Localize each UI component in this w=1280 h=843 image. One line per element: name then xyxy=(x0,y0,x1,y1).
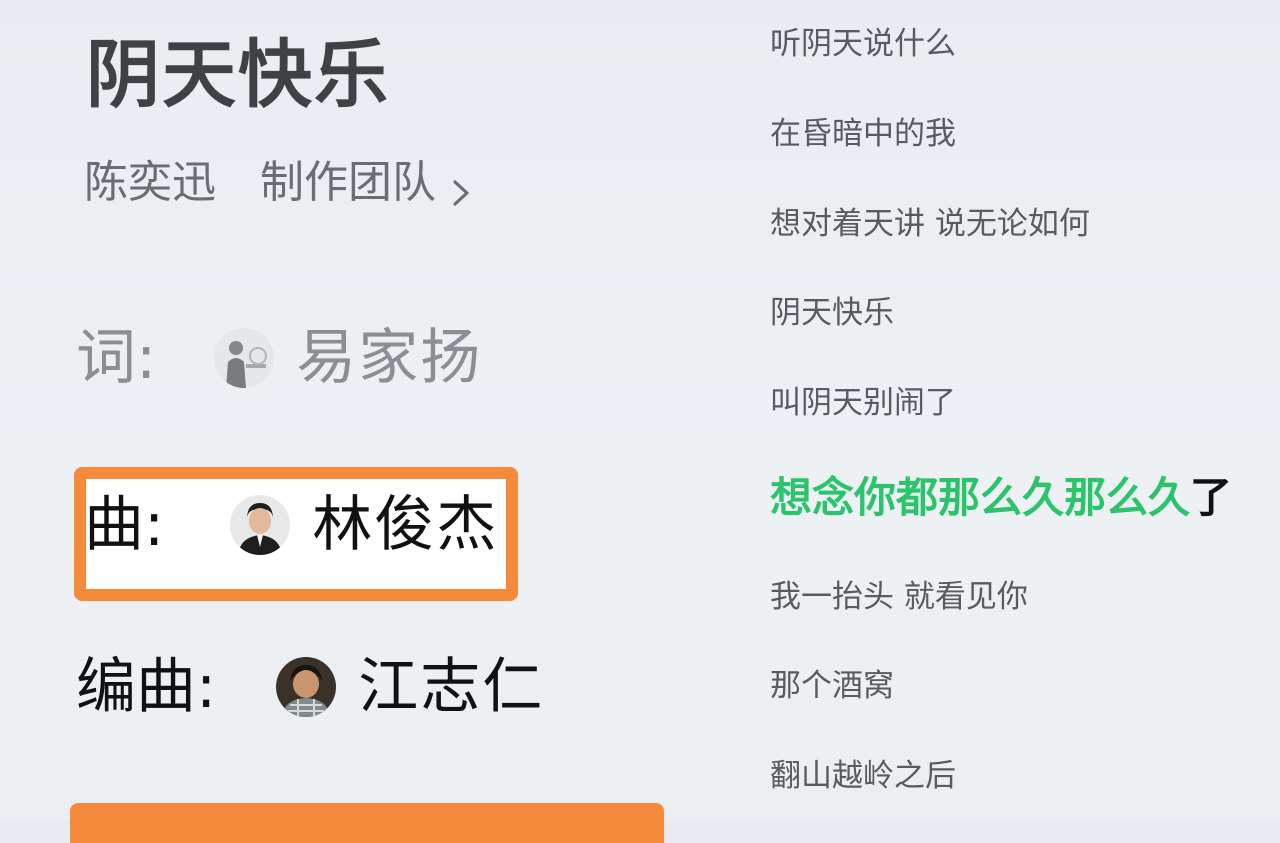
song-title: 阴天快乐 xyxy=(86,32,390,118)
lyricist-name[interactable]: 易家扬 xyxy=(296,323,482,393)
arranger-name[interactable]: 江志仁 xyxy=(358,652,544,722)
lyric-line[interactable]: 阴天快乐 xyxy=(770,293,894,333)
lyric-line[interactable]: 叫阴天别闹了 xyxy=(770,383,956,423)
production-team-label: 制作团队 xyxy=(260,157,436,208)
lyricist-label: 词: xyxy=(76,323,157,393)
production-team-link[interactable]: 制作团队 xyxy=(260,157,474,209)
artist-row: 陈奕迅 制作团队 xyxy=(84,157,474,209)
arranger-credit: 编曲: 江志仁 xyxy=(76,652,544,722)
current-lyric-sung: 想念你都那么久那么久 xyxy=(770,473,1191,522)
current-lyric-line[interactable]: 想念你都那么久那么久了 xyxy=(770,472,1232,524)
composer-credit: 曲: 林俊杰 xyxy=(84,490,498,560)
current-lyric-unsung: 了 xyxy=(1190,473,1233,522)
lyricist-avatar[interactable] xyxy=(214,328,275,388)
highlight-box-partial xyxy=(70,803,664,843)
arranger-avatar[interactable] xyxy=(276,657,337,717)
lyric-line[interactable]: 翻山越岭之后 xyxy=(770,756,956,796)
lyric-line[interactable]: 想对着天讲 说无论如何 xyxy=(770,204,1090,244)
arranger-label: 编曲: xyxy=(76,652,217,722)
composer-avatar[interactable] xyxy=(230,495,291,555)
artist-name[interactable]: 陈奕迅 xyxy=(84,157,216,209)
lyric-line[interactable]: 听阴天说什么 xyxy=(770,24,956,64)
lyric-line[interactable]: 那个酒窝 xyxy=(770,666,894,706)
lyric-line[interactable]: 我一抬头 就看见你 xyxy=(770,577,1028,617)
composer-label: 曲: xyxy=(84,490,165,560)
chevron-right-icon xyxy=(450,168,474,206)
composer-name[interactable]: 林俊杰 xyxy=(312,490,498,560)
lyricist-credit: 词: 易家扬 xyxy=(76,323,482,393)
lyric-line[interactable]: 在昏暗中的我 xyxy=(770,114,956,154)
